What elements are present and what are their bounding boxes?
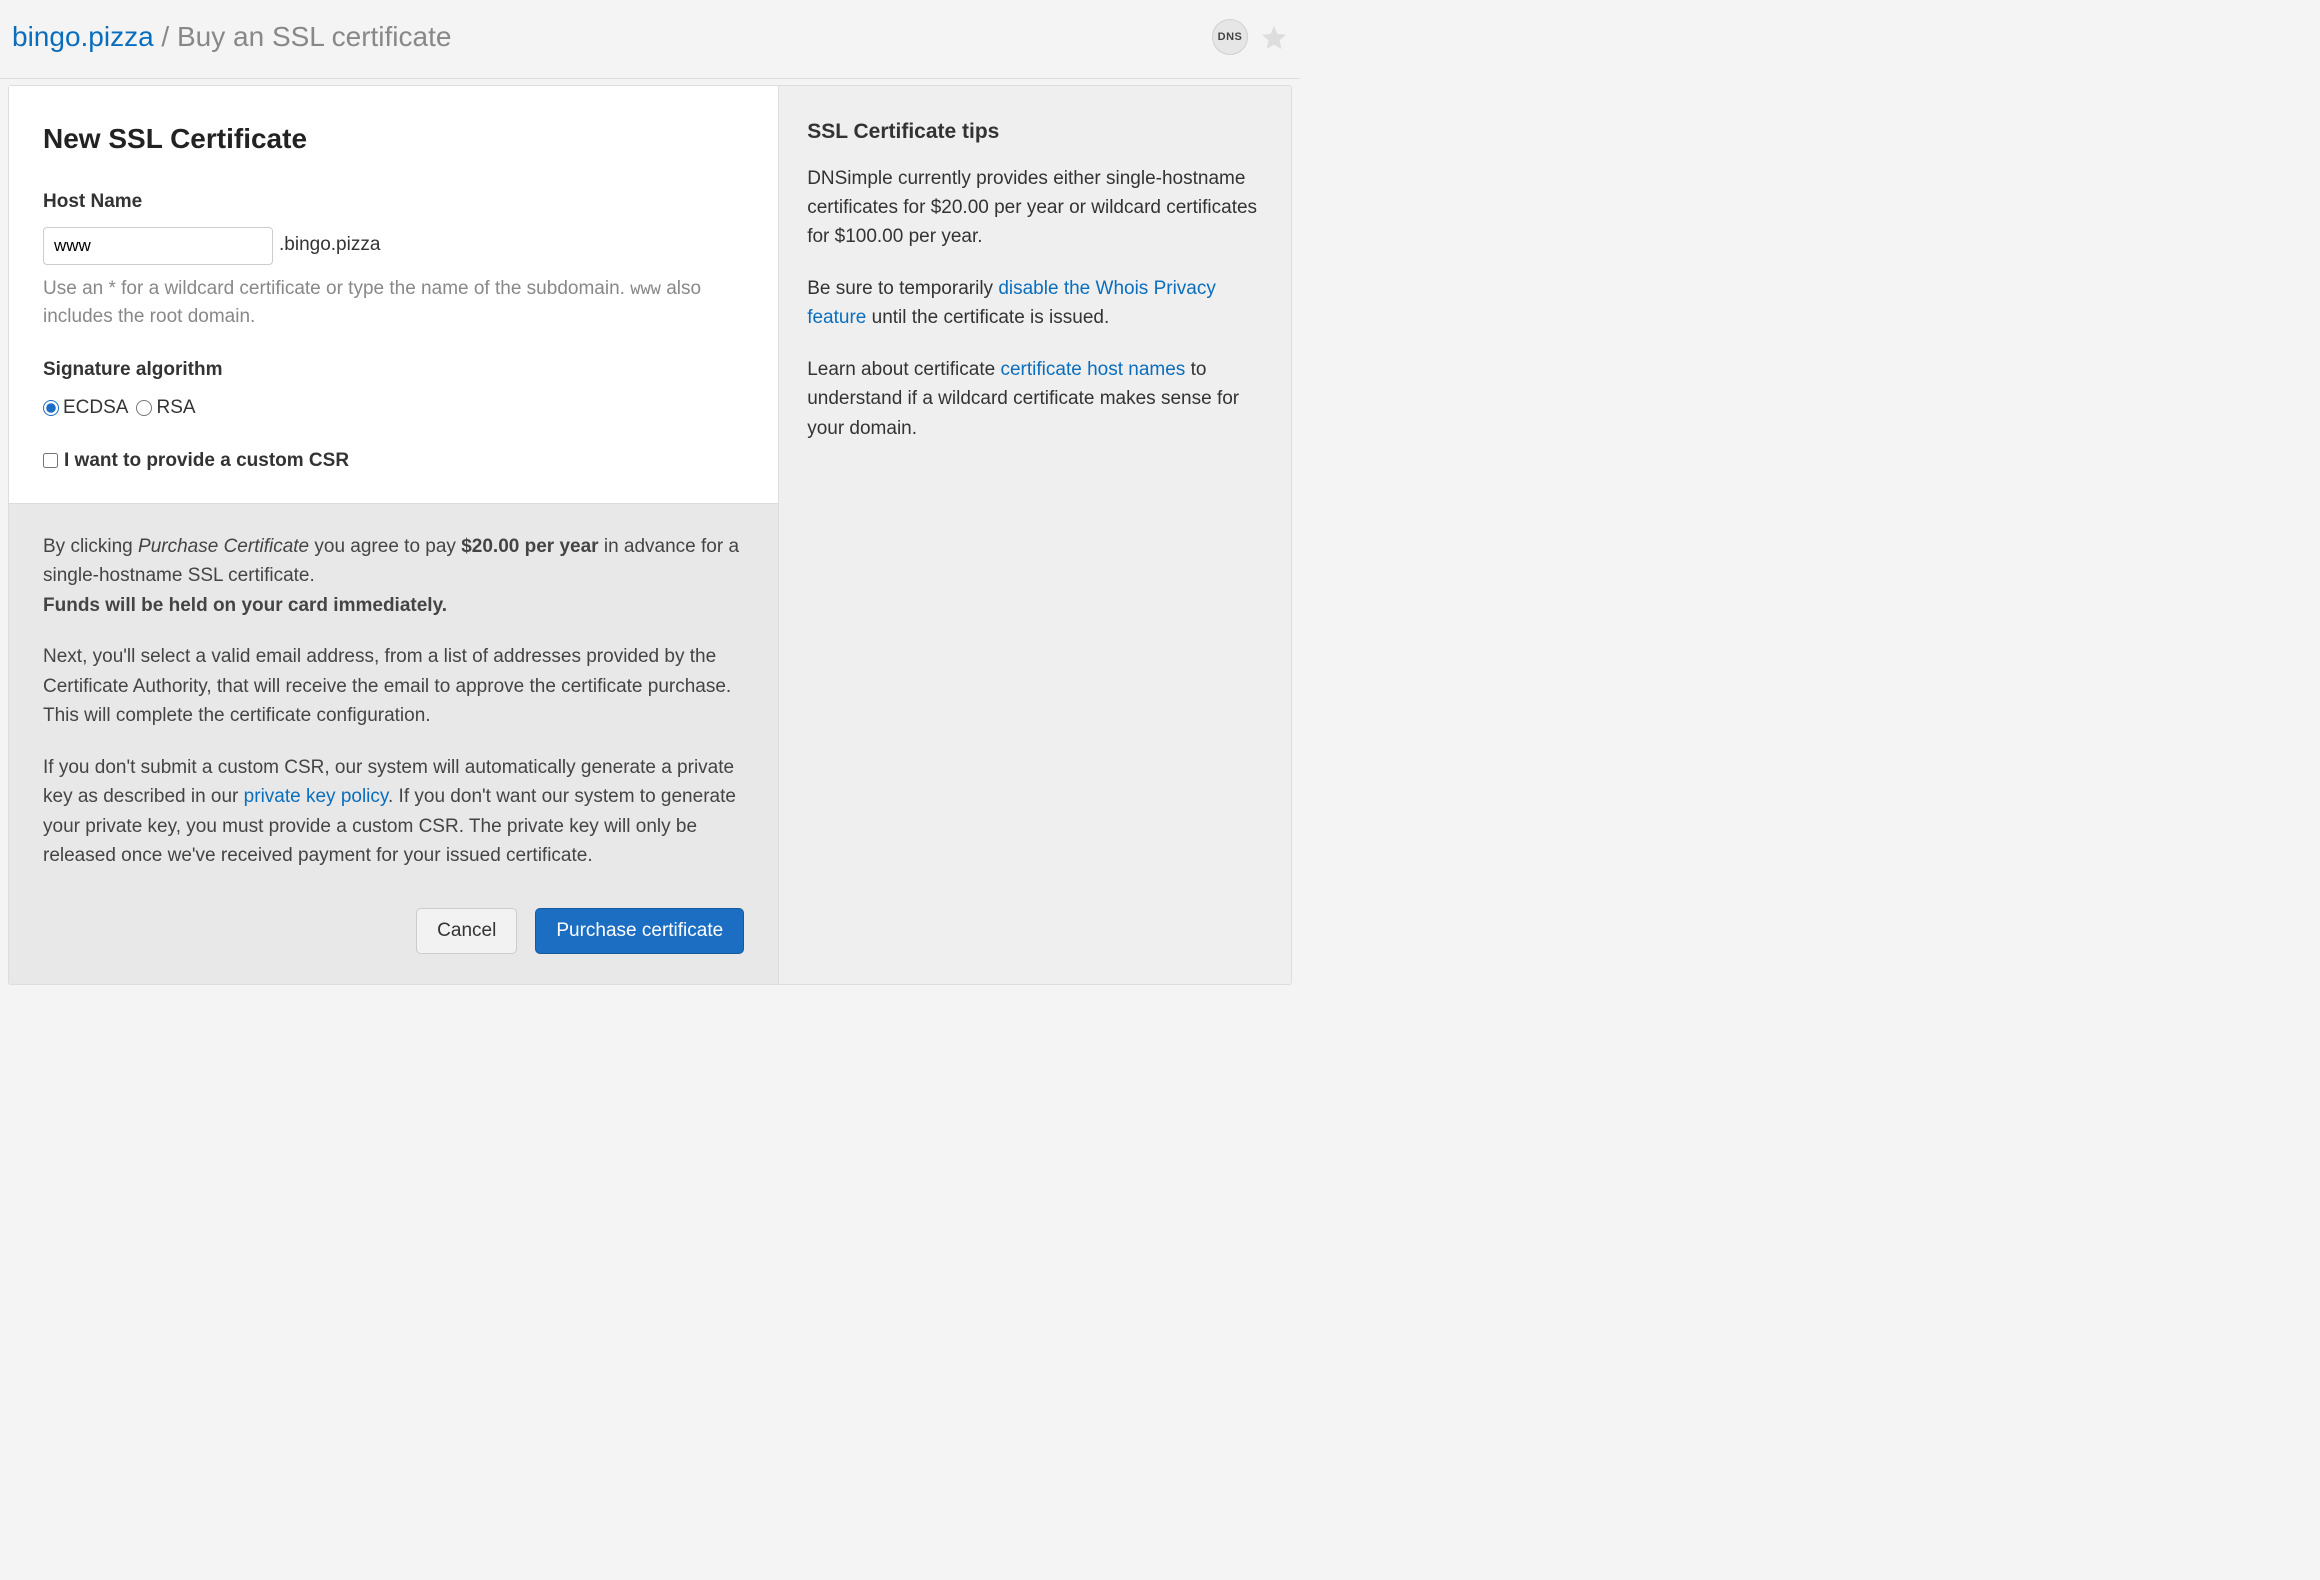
host-name-label: Host Name [43, 188, 744, 217]
tips-paragraph-1: DNSimple currently provides either singl… [807, 164, 1263, 252]
private-key-policy-link[interactable]: private key policy [244, 786, 388, 807]
breadcrumb-separator: / [154, 21, 177, 52]
footer-paragraph-1: By clicking Purchase Certificate you agr… [43, 532, 744, 620]
header-actions: DNS [1212, 19, 1288, 55]
breadcrumb: bingo.pizza / Buy an SSL certificate [12, 16, 451, 58]
radio-rsa-input[interactable] [136, 400, 152, 416]
left-panel: New SSL Certificate Host Name .bingo.piz… [9, 86, 778, 984]
purchase-button[interactable]: Purchase certificate [535, 908, 744, 954]
domain-link[interactable]: bingo.pizza [12, 21, 154, 52]
radio-ecdsa-input[interactable] [43, 400, 59, 416]
star-icon[interactable] [1260, 23, 1288, 51]
page-title: Buy an SSL certificate [177, 21, 451, 52]
signature-label: Signature algorithm [43, 356, 744, 385]
tips-panel: SSL Certificate tips DNSimple currently … [778, 86, 1291, 984]
domain-suffix: .bingo.pizza [279, 231, 380, 260]
button-row: Cancel Purchase certificate [43, 908, 744, 954]
custom-csr-checkbox[interactable] [43, 453, 58, 468]
host-name-input[interactable] [43, 227, 273, 265]
footer-paragraph-2: Next, you'll select a valid email addres… [43, 642, 744, 730]
radio-rsa[interactable]: RSA [136, 394, 195, 423]
tips-paragraph-3: Learn about certificate certificate host… [807, 355, 1263, 443]
signature-field: Signature algorithm ECDSA RSA [43, 356, 744, 423]
main-layout: New SSL Certificate Host Name .bingo.piz… [8, 85, 1292, 985]
cert-host-names-link[interactable]: certificate host names [1000, 359, 1185, 380]
host-name-field: Host Name .bingo.pizza Use an * for a wi… [43, 188, 744, 332]
tips-title: SSL Certificate tips [807, 116, 1263, 148]
form-title: New SSL Certificate [43, 118, 744, 160]
custom-csr-field: I want to provide a custom CSR [43, 447, 744, 476]
form-section: New SSL Certificate Host Name .bingo.piz… [9, 86, 778, 503]
host-name-help: Use an * for a wildcard certificate or t… [43, 275, 744, 332]
custom-csr-label[interactable]: I want to provide a custom CSR [64, 447, 349, 476]
cancel-button[interactable]: Cancel [416, 908, 517, 954]
page-header: bingo.pizza / Buy an SSL certificate DNS [0, 0, 1300, 79]
footer-section: By clicking Purchase Certificate you agr… [9, 503, 778, 984]
tips-paragraph-2: Be sure to temporarily disable the Whois… [807, 274, 1263, 333]
radio-ecdsa[interactable]: ECDSA [43, 394, 128, 423]
footer-paragraph-3: If you don't submit a custom CSR, our sy… [43, 753, 744, 871]
dns-badge[interactable]: DNS [1212, 19, 1248, 55]
